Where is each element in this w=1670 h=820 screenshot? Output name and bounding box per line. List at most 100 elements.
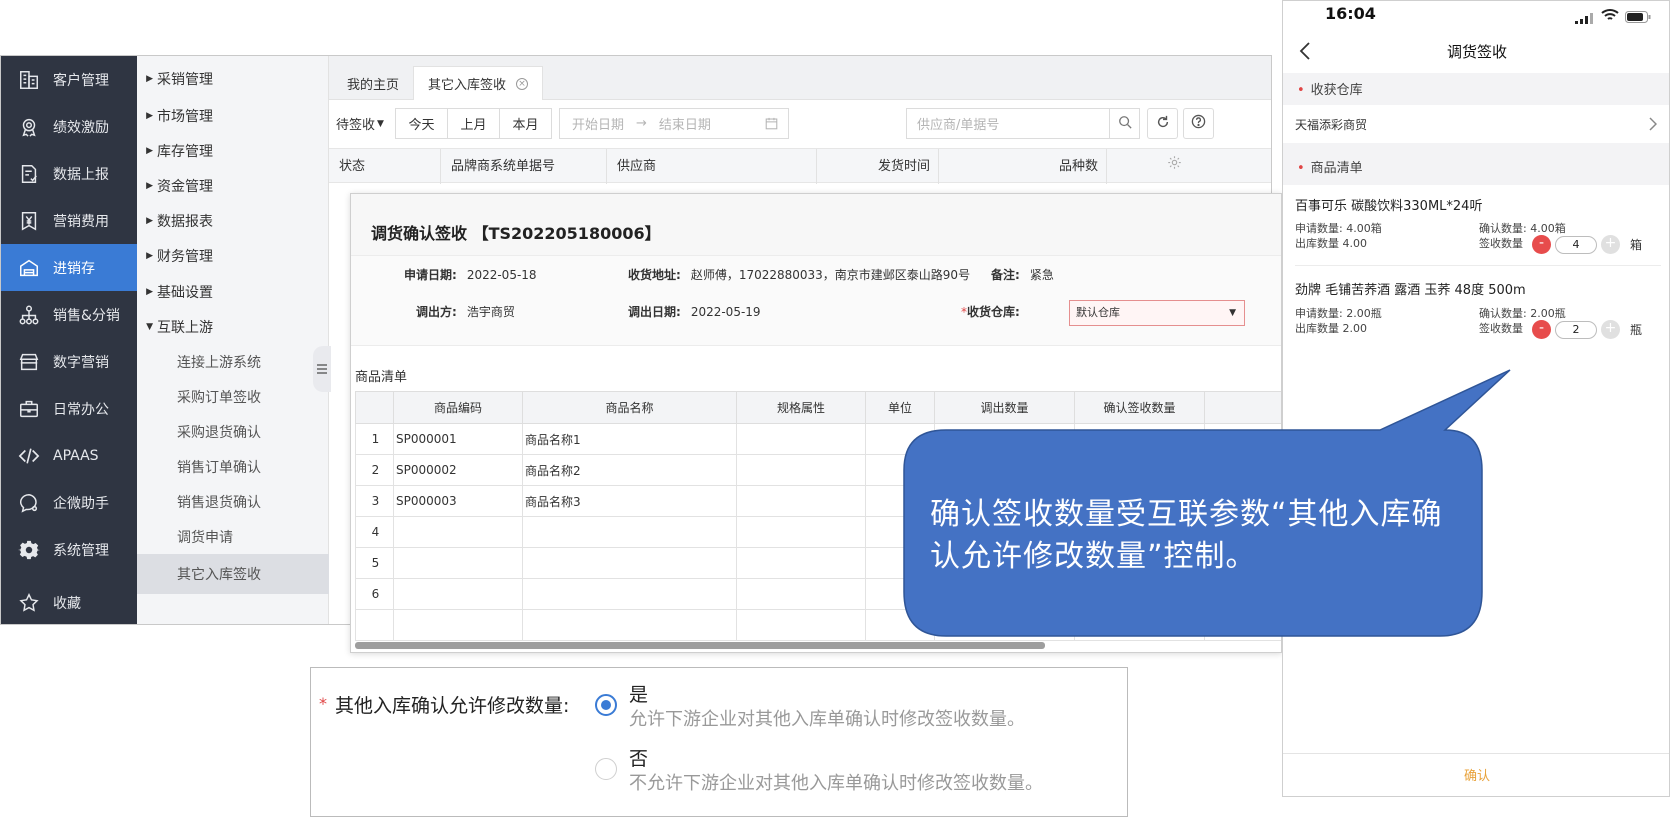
dialog-title: 调货确认签收 【TS202205180006】 (371, 224, 661, 243)
help-button[interactable] (1183, 108, 1214, 139)
column-header[interactable]: 品种数 (939, 149, 1107, 184)
sidebar-item-performance[interactable]: 绩效激励 (1, 103, 137, 150)
subnav-group-settings[interactable]: ▶ 基础设置 (137, 273, 329, 310)
table-row[interactable]: 2 SP000002 商品名称2 (355, 454, 1281, 486)
date-range-picker[interactable]: 开始日期 → 结束日期 (559, 108, 789, 139)
table-row[interactable]: 1 SP000001 商品名称1 (355, 423, 1281, 455)
sidebar-item-favorites[interactable]: 收藏 (1, 579, 137, 624)
end-date-input[interactable]: 结束日期 (659, 114, 711, 133)
briefcase-icon (17, 397, 41, 421)
column-header[interactable]: 发货时间 (817, 149, 939, 184)
column-header[interactable]: 品牌商系统单据号 (441, 149, 607, 184)
sign-qty-label: 签收数量 (1479, 322, 1523, 335)
out-party-field: 调出方: 浩宇商贸 (416, 305, 515, 319)
sidebar-item-customer[interactable]: 客户管理 (1, 56, 137, 103)
sub-navigation: ▶ 采销管理 ▶ 市场管理 ▶ 库存管理 ▶ 资金管理 ▶ 数据报表 ▶ 财务管理 ▶ 基础设… (137, 56, 329, 624)
horizontal-scrollbar[interactable] (355, 642, 1045, 649)
caret-right-icon: ▶ (146, 110, 153, 121)
subnav-item-so-return[interactable]: 销售退货确认 (137, 483, 329, 520)
sidebar-collapse-handle[interactable] (313, 346, 331, 392)
tab-home[interactable]: 我的主页 (333, 66, 413, 100)
sidebar-item-system[interactable]: 系统管理 (1, 526, 137, 573)
sidebar-item-office[interactable]: 日常办公 (1, 385, 137, 432)
remark-field: 备注: 紧急 (991, 268, 1054, 282)
radio-yes[interactable] (595, 694, 617, 716)
sign-qty-input[interactable]: 2 (1555, 320, 1597, 339)
column-header[interactable]: 状态 (329, 149, 441, 184)
apply-qty: 申请数量: 2.00瓶 (1295, 307, 1382, 320)
warehouse-picker[interactable]: 天福添彩商贸 (1283, 105, 1669, 143)
this-month-button[interactable]: 本月 (499, 108, 552, 139)
subnav-group-purchase[interactable]: ▶ 采销管理 (137, 60, 329, 97)
subnav-item-so-confirm[interactable]: 销售订单确认 (137, 448, 329, 485)
status-filter-dropdown[interactable]: 待签收 ▼ (331, 108, 389, 139)
minus-button[interactable]: - (1532, 235, 1551, 254)
option-no-label[interactable]: 否 (629, 744, 648, 771)
subnav-group-funds[interactable]: ▶ 资金管理 (137, 167, 329, 204)
subnav-item-connect[interactable]: 连接上游系统 (137, 343, 329, 380)
radio-no[interactable] (595, 758, 617, 780)
close-icon[interactable]: × (516, 77, 529, 90)
sidebar-item-label: 收藏 (53, 595, 81, 612)
sign-qty-label: 签收数量 (1479, 237, 1523, 250)
supplier-search-input[interactable]: 供应商/单据号 (906, 108, 1110, 139)
sidebar-item-label: 系统管理 (53, 542, 109, 559)
apply-qty: 申请数量: 4.00箱 (1295, 222, 1382, 235)
sidebar-item-label: 进销存 (53, 260, 95, 277)
sidebar-item-apaas[interactable]: APAAS (1, 432, 137, 479)
confirm-button[interactable]: 确认 (1283, 753, 1669, 796)
minus-button[interactable]: - (1532, 320, 1551, 339)
sidebar-item-sales[interactable]: 销售&分销 (1, 291, 137, 338)
warehouse-field-label: *收货仓库: (961, 305, 1020, 319)
sidebar-item-marketing-cost[interactable]: 营销费用 (1, 197, 137, 244)
search-button[interactable] (1109, 108, 1140, 139)
medal-icon (17, 115, 41, 139)
column-header: 单位 (865, 391, 935, 424)
subnav-item-transfer-apply[interactable]: 调货申请 (137, 518, 329, 555)
quantity-stepper: - 4 + 箱 (1532, 235, 1642, 254)
plus-button[interactable]: + (1601, 235, 1620, 254)
subnav-group-upstream[interactable]: ▼ 互联上游 (137, 308, 329, 345)
confirm-qty: 确认数量: 2.00瓶 (1479, 307, 1566, 320)
column-header[interactable]: 供应商 (607, 149, 817, 184)
callout-text: 确认签收数量受互联参数“其他入库确 认允许修改数量”控制。 (930, 497, 1443, 574)
caret-right-icon: ▶ (146, 73, 153, 84)
list-table-header: 状态 品牌商系统单据号 供应商 发货时间 品种数 (329, 148, 1271, 184)
option-yes-label[interactable]: 是 (629, 680, 648, 707)
sidebar-item-label: 营销费用 (53, 213, 109, 230)
subnav-group-finance[interactable]: ▶ 财务管理 (137, 237, 329, 274)
start-date-input[interactable]: 开始日期 (572, 114, 624, 133)
unit-label: 箱 (1630, 238, 1643, 252)
yen-icon (17, 209, 41, 233)
sidebar-item-data-report[interactable]: 数据上报 (1, 150, 137, 197)
today-button[interactable]: 今天 (395, 108, 448, 139)
search-icon (1118, 115, 1132, 133)
subnav-item-po-sign[interactable]: 采购订单签收 (137, 378, 329, 415)
sidebar-item-inventory[interactable]: 进销存 (1, 244, 137, 291)
sign-qty-input[interactable]: 4 (1555, 235, 1597, 254)
sidebar-item-label: 数据上报 (53, 166, 109, 183)
subnav-group-market[interactable]: ▶ 市场管理 (137, 97, 329, 134)
column-header: 商品名称 (522, 391, 737, 424)
column-settings[interactable] (1149, 149, 1209, 184)
plus-button[interactable]: + (1601, 320, 1620, 339)
tab-bar: 我的主页 其它入库签收 × (329, 56, 1271, 100)
table-row[interactable]: 6 (355, 578, 1281, 610)
last-month-button[interactable]: 上月 (447, 108, 500, 139)
subnav-group-stock[interactable]: ▶ 库存管理 (137, 132, 329, 169)
required-mark: * (319, 694, 327, 713)
subnav-item-other-inbound[interactable]: 其它入库签收 (137, 554, 329, 594)
sidebar-item-digital-marketing[interactable]: 数字营销 (1, 338, 137, 385)
refresh-button[interactable] (1147, 108, 1178, 139)
subnav-item-po-return[interactable]: 采购退货确认 (137, 413, 329, 450)
table-row[interactable] (355, 609, 1281, 641)
sidebar-item-wecom[interactable]: 企微助手 (1, 479, 137, 526)
warehouse-select[interactable]: 默认仓库 ▼ (1069, 300, 1245, 326)
tab-other-inbound[interactable]: 其它入库签收 × (413, 66, 544, 100)
table-header-row: 商品编码 商品名称 规格属性 单位 调出数量 确认签收数量 (355, 391, 1281, 424)
caret-right-icon: ▶ (146, 250, 153, 261)
apply-date-field: 申请日期: 2022-05-18 (404, 268, 537, 282)
option-yes-description: 允许下游企业对其他入库单确认时修改签收数量。 (629, 709, 1025, 730)
subnav-group-reports[interactable]: ▶ 数据报表 (137, 202, 329, 239)
sidebar-item-label: 销售&分销 (53, 307, 120, 324)
